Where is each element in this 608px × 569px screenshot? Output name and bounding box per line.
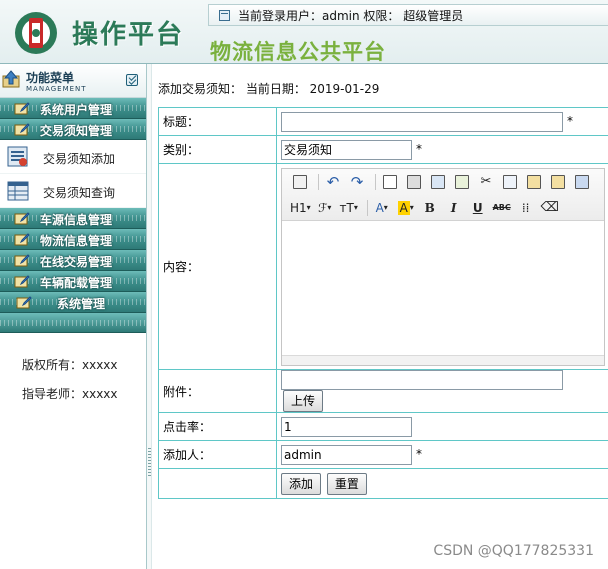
logo-text: 操作平台 bbox=[72, 20, 185, 50]
folder-edit-icon bbox=[14, 275, 30, 288]
font-size-dropdown[interactable]: ᴛT ▾ bbox=[339, 198, 359, 218]
paste-icon[interactable] bbox=[524, 172, 544, 192]
adder-label: 添加人： bbox=[158, 440, 277, 469]
italic-button[interactable]: I bbox=[444, 198, 464, 218]
editor-resize-bar[interactable] bbox=[282, 354, 604, 365]
menu-item-label: 交易须知添加 bbox=[43, 152, 116, 166]
cut-icon[interactable]: ✂ bbox=[476, 172, 496, 192]
reset-button[interactable]: 重置 bbox=[326, 472, 367, 495]
line-height-icon[interactable]: ⁞⁞ bbox=[516, 198, 536, 218]
editor-content-area[interactable] bbox=[282, 220, 604, 355]
paste-word-icon[interactable] bbox=[572, 172, 592, 192]
required-mark: * bbox=[416, 447, 422, 461]
menu-group-trade-notice[interactable]: 交易须知管理 bbox=[0, 119, 146, 140]
menu-group-label: 在线交易管理 bbox=[40, 255, 113, 269]
template-icon[interactable] bbox=[428, 172, 448, 192]
required-mark: * bbox=[416, 142, 422, 156]
upload-button[interactable]: 上传 bbox=[283, 390, 324, 412]
title-label: 标题： bbox=[158, 107, 277, 136]
main-content: 添加交易须知： 当前日期： 2019-01-29 标题： * 类别： 交易须知 *… bbox=[152, 64, 608, 569]
bg-color-dropdown[interactable]: A ▾ bbox=[396, 198, 416, 218]
code-icon[interactable] bbox=[452, 172, 472, 192]
menu-title: 功能菜单 bbox=[26, 71, 75, 85]
menu-item-trade-notice-add[interactable]: 交易须知添加 bbox=[0, 140, 146, 174]
folder-edit-icon bbox=[16, 296, 32, 309]
bold-button[interactable]: B bbox=[420, 198, 440, 218]
editor-toolbar-row-2: H1 ▾ ℱ ▾ ᴛT ▾ A ▾ A ▾ B I U ABC ⁞⁞ ⌫ bbox=[282, 195, 604, 221]
menu-group-vehicle-source[interactable]: 车源信息管理 bbox=[0, 208, 146, 229]
login-status-bar: 当前登录用户：admin 权限： 超级管理员 bbox=[208, 4, 608, 26]
window-icon bbox=[219, 9, 230, 21]
category-input[interactable]: 交易须知 bbox=[281, 139, 412, 160]
teacher-text: 指导老师：xxxxx bbox=[22, 387, 118, 401]
splitter-grip-icon[interactable] bbox=[148, 448, 151, 476]
eraser-icon[interactable]: ⌫ bbox=[540, 198, 560, 218]
menu-group-system-management[interactable]: 系统管理 bbox=[0, 292, 146, 313]
menu-group-vehicle-loading[interactable]: 车辆配载管理 bbox=[0, 271, 146, 292]
submit-button[interactable]: 添加 bbox=[281, 472, 322, 495]
font-color-dropdown[interactable]: A ▾ bbox=[372, 198, 392, 218]
underline-button[interactable]: U bbox=[468, 198, 488, 218]
print-icon[interactable] bbox=[404, 172, 424, 192]
preview-icon[interactable] bbox=[380, 172, 400, 192]
menu-up-arrow-icon bbox=[2, 70, 20, 88]
actions-label-cell bbox=[158, 468, 277, 499]
copyright-text: 版权所有：xxxxx bbox=[22, 358, 118, 372]
csdn-watermark: CSDN @QQ177825331 bbox=[433, 543, 594, 559]
redo-icon[interactable]: ↷ bbox=[347, 172, 367, 192]
menu-group-label: 系统用户管理 bbox=[40, 103, 113, 117]
menu-group-label: 系统管理 bbox=[57, 297, 106, 311]
menu-subtitle: MANAGEMENT bbox=[26, 85, 87, 93]
folder-edit-icon bbox=[14, 212, 30, 225]
bank-logo-icon bbox=[15, 12, 57, 54]
editor-toolbar: ↶ ↷ ✂ H1 ▾ ℱ ▾ ᴛT ▾ A ▾ A ▾ B I U ABC ⁞⁞… bbox=[282, 168, 604, 221]
collapse-menu-icon[interactable] bbox=[126, 74, 138, 86]
sidebar: 功能菜单 MANAGEMENT 系统用户管理 交易须知管理 交易须知添加 交易须… bbox=[0, 64, 147, 569]
menu-group-label: 交易须知管理 bbox=[40, 124, 113, 138]
clicks-label: 点击率： bbox=[158, 412, 277, 441]
heading-dropdown[interactable]: H1 ▾ bbox=[290, 198, 311, 218]
app-header: 操作平台 当前登录用户：admin 权限： 超级管理员 物流信息公共平台 bbox=[0, 0, 608, 64]
menu-group-online-trade[interactable]: 在线交易管理 bbox=[0, 250, 146, 271]
table-query-icon bbox=[7, 181, 29, 201]
clicks-input[interactable]: 1 bbox=[281, 416, 412, 437]
menu-item-trade-notice-query[interactable]: 交易须知查询 bbox=[0, 174, 146, 208]
notice-form: 标题： * 类别： 交易须知 * 内容： ↶ ↷ ✂ H1 ▾ ℱ ▾ ᴛT ▾… bbox=[158, 107, 608, 499]
font-family-dropdown[interactable]: ℱ ▾ bbox=[315, 198, 335, 218]
folder-edit-icon bbox=[14, 102, 30, 115]
menu-footer-bar bbox=[0, 313, 146, 333]
menu-header: 功能菜单 MANAGEMENT bbox=[0, 64, 146, 98]
source-icon[interactable] bbox=[290, 172, 310, 192]
title-input[interactable] bbox=[281, 111, 563, 132]
form-add-icon bbox=[7, 146, 28, 167]
menu-group-logistics-info[interactable]: 物流信息管理 bbox=[0, 229, 146, 250]
adder-input[interactable]: admin bbox=[281, 444, 412, 465]
content-label: 内容： bbox=[158, 163, 277, 370]
undo-icon[interactable]: ↶ bbox=[323, 172, 343, 192]
required-mark: * bbox=[567, 114, 573, 128]
folder-edit-icon bbox=[14, 123, 30, 136]
paste-text-icon[interactable] bbox=[548, 172, 568, 192]
login-info: 当前登录用户：admin 权限： 超级管理员 bbox=[238, 8, 464, 23]
attachment-label: 附件： bbox=[158, 369, 277, 413]
attachment-input[interactable] bbox=[281, 370, 563, 390]
editor-toolbar-row-1: ↶ ↷ ✂ bbox=[282, 169, 604, 195]
menu-group-label: 车源信息管理 bbox=[40, 213, 113, 227]
menu-item-label: 交易须知查询 bbox=[43, 186, 116, 200]
category-label: 类别： bbox=[158, 135, 277, 164]
menu-group-label: 车辆配载管理 bbox=[40, 276, 113, 290]
folder-edit-icon bbox=[14, 254, 30, 267]
strikethrough-button[interactable]: ABC bbox=[492, 198, 512, 218]
rich-text-editor: ↶ ↷ ✂ H1 ▾ ℱ ▾ ᴛT ▾ A ▾ A ▾ B I U ABC ⁞⁞… bbox=[281, 167, 605, 366]
folder-edit-icon bbox=[14, 233, 30, 246]
menu-group-system-users[interactable]: 系统用户管理 bbox=[0, 98, 146, 119]
copy-icon[interactable] bbox=[500, 172, 520, 192]
platform-title: 物流信息公共平台 bbox=[210, 39, 386, 64]
menu-group-label: 物流信息管理 bbox=[40, 234, 113, 248]
page-heading: 添加交易须知： 当前日期： 2019-01-29 bbox=[158, 82, 380, 96]
